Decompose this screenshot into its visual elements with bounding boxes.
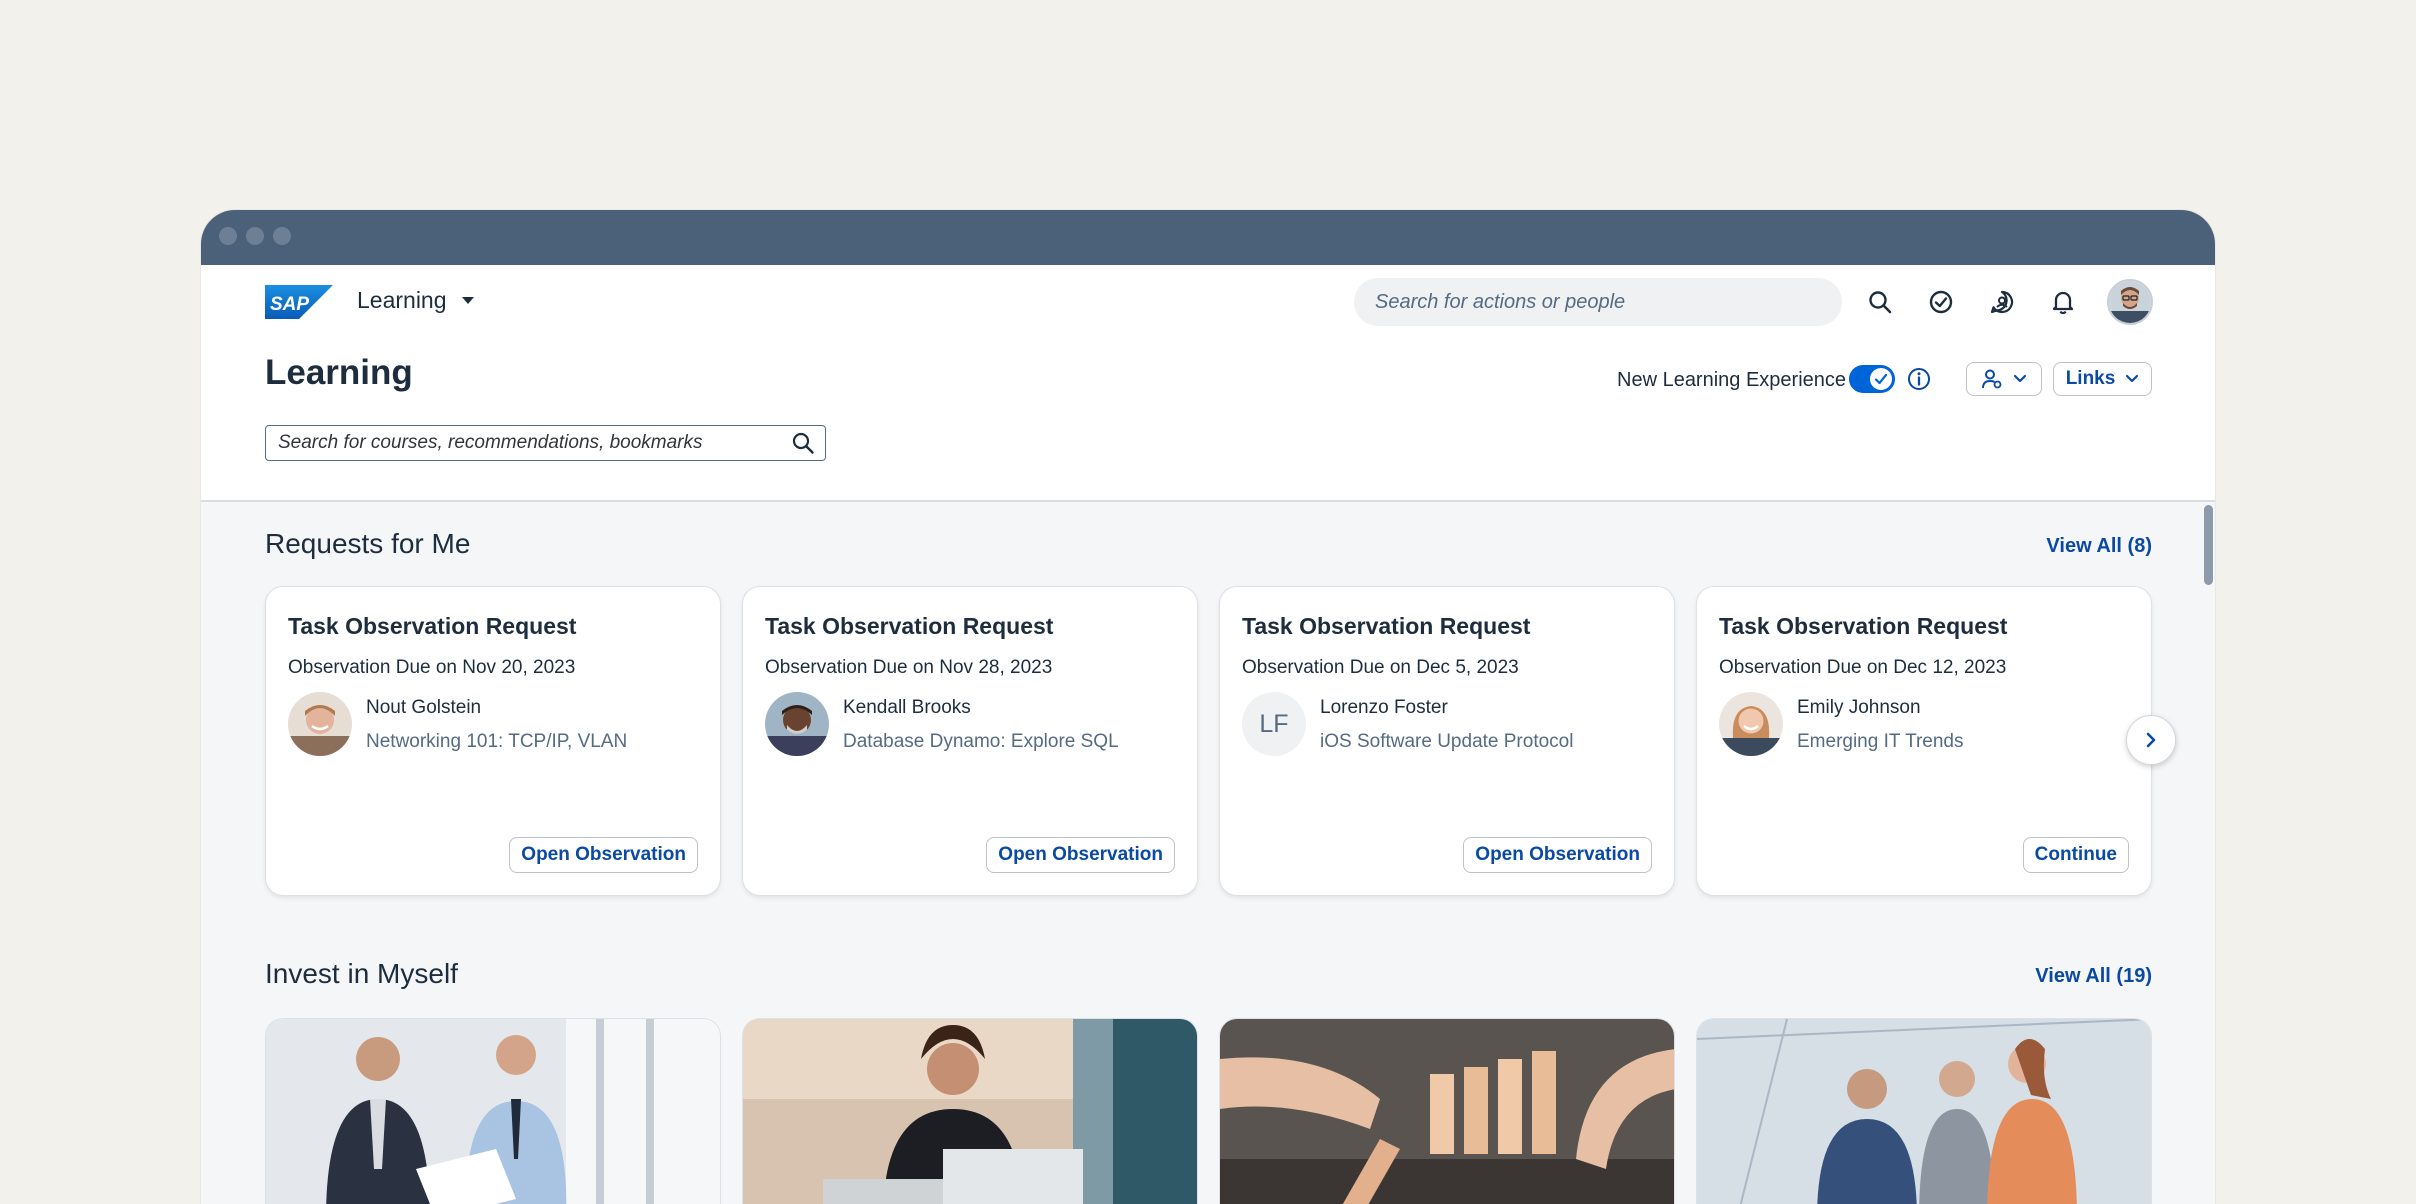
vertical-scrollbar[interactable] [2202, 502, 2215, 1204]
open-observation-button[interactable]: Open Observation [509, 837, 698, 873]
course-name: iOS Software Update Protocol [1320, 731, 1574, 752]
card-title: Task Observation Request [288, 613, 577, 639]
window-control-dot[interactable] [219, 227, 237, 245]
card-title: Task Observation Request [765, 613, 1054, 639]
notification-bell-icon[interactable] [2046, 285, 2080, 319]
app-switcher-menu[interactable]: Learning [357, 287, 475, 314]
card-title: Task Observation Request [1242, 613, 1531, 639]
continue-button[interactable]: Continue [2022, 837, 2129, 873]
person-avatar [1719, 692, 1783, 756]
requests-section-title: Requests for Me [265, 528, 471, 559]
course-image-card[interactable] [1219, 1018, 1675, 1204]
chevron-right-icon [2146, 732, 2156, 748]
requests-view-all-link[interactable]: View All (8) [2046, 535, 2152, 558]
course-image-card[interactable] [265, 1018, 721, 1204]
main-content: Requests for Me View All (8) Task Observ… [201, 502, 2215, 1204]
sap-logo[interactable]: SAP [265, 285, 333, 324]
person-name: Kendall Brooks [843, 697, 971, 718]
course-image-card[interactable] [1696, 1018, 2152, 1204]
carousel-next-button[interactable] [2126, 715, 2176, 765]
browser-window: SAP Learning Search for actions or peopl… [201, 210, 2215, 1204]
invest-section-title: Invest in Myself [265, 958, 458, 989]
card-title: Task Observation Request [1719, 613, 2008, 639]
chevron-down-icon [2013, 374, 2027, 383]
course-image-card[interactable] [742, 1018, 1198, 1204]
svg-text:SAP: SAP [270, 294, 309, 315]
window-control-dot[interactable] [273, 227, 291, 245]
card-due-date: Observation Due on Nov 20, 2023 [288, 657, 576, 678]
course-name: Database Dynamo: Explore SQL [843, 731, 1119, 752]
chevron-down-icon [2126, 374, 2139, 383]
card-due-date: Observation Due on Dec 12, 2023 [1719, 657, 2007, 678]
links-menu-button[interactable]: Links [2053, 362, 2152, 396]
request-card[interactable]: Task Observation Request Observation Due… [1219, 586, 1675, 896]
card-due-date: Observation Due on Dec 5, 2023 [1242, 657, 1519, 678]
app-name: Learning [357, 287, 447, 313]
person-name: Emily Johnson [1797, 697, 1921, 718]
scrollbar-thumb[interactable] [2204, 505, 2213, 585]
request-card[interactable]: Task Observation Request Observation Due… [742, 586, 1198, 896]
person-initials-avatar: LF [1242, 692, 1306, 756]
shell-search-input[interactable] [1373, 289, 1842, 315]
new-learning-experience-toggle[interactable] [1849, 365, 1895, 393]
request-card[interactable]: Task Observation Request Observation Due… [265, 586, 721, 896]
person-name: Lorenzo Foster [1320, 697, 1448, 718]
toggle-knob [1870, 368, 1892, 390]
new-learning-experience-label: New Learning Experience [1617, 369, 1847, 391]
learning-search-field[interactable] [265, 425, 826, 461]
checkmark-icon [1874, 373, 1888, 385]
user-avatar[interactable] [2107, 279, 2153, 325]
shell-header: SAP Learning Search for actions or peopl… [201, 265, 2215, 502]
course-name: Emerging IT Trends [1797, 731, 1964, 752]
open-observation-button[interactable]: Open Observation [1463, 837, 1652, 873]
window-control-dot[interactable] [246, 227, 264, 245]
page-background: SAP Learning Search for actions or peopl… [0, 0, 2416, 1204]
course-name: Networking 101: TCP/IP, VLAN [366, 731, 628, 752]
learning-search-input[interactable] [276, 431, 791, 455]
info-icon[interactable] [1907, 367, 1931, 396]
person-avatar [765, 692, 829, 756]
task-check-icon[interactable] [1924, 285, 1958, 319]
invest-view-all-link[interactable]: View All (19) [2035, 965, 2152, 988]
search-icon[interactable] [1863, 285, 1897, 319]
window-titlebar [201, 210, 2215, 265]
shell-search-field[interactable] [1354, 278, 1842, 326]
person-name: Nout Golstein [366, 697, 482, 718]
person-avatar [288, 692, 352, 756]
card-due-date: Observation Due on Nov 28, 2023 [765, 657, 1053, 678]
search-icon[interactable] [791, 431, 815, 455]
caret-down-icon [461, 296, 474, 304]
joule-assistant-icon[interactable] [1985, 285, 2019, 319]
request-card[interactable]: Task Observation Request Observation Due… [1696, 586, 2152, 896]
page-title: Learning [265, 353, 413, 392]
links-label: Links [2065, 368, 2116, 389]
person-settings-icon [1982, 369, 2002, 389]
open-observation-button[interactable]: Open Observation [986, 837, 1175, 873]
user-settings-menu-button[interactable] [1966, 362, 2042, 396]
